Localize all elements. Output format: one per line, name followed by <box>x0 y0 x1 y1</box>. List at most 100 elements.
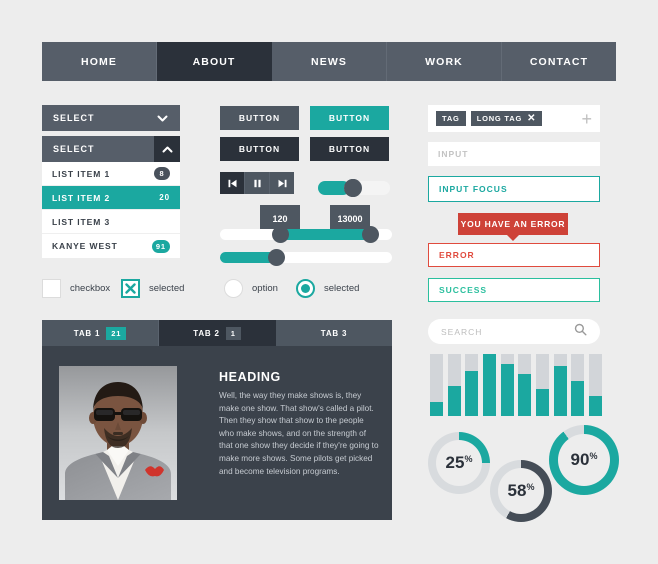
button-dark-right[interactable]: BUTTON <box>310 137 389 161</box>
donut-chart-90: 90% <box>549 425 619 495</box>
radio-selected-label: selected <box>324 282 360 294</box>
button-grey[interactable]: BUTTON <box>220 106 299 130</box>
list-item-label: LIST ITEM 3 <box>52 216 111 227</box>
bar-value <box>535 389 549 416</box>
checkbox-selected-label: selected <box>149 282 185 294</box>
button-label: BUTTON <box>238 113 281 123</box>
bar-column <box>447 354 461 416</box>
bar-value <box>447 386 461 416</box>
bar-column <box>518 354 532 416</box>
ui-kit-canvas: HOME ABOUT NEWS WORK CONTACT SELECT SELE… <box>0 0 658 564</box>
bar-value <box>553 366 567 416</box>
list-item[interactable]: LIST ITEM 3 <box>42 210 180 234</box>
nav-item-work[interactable]: WORK <box>387 42 502 81</box>
button-teal[interactable]: BUTTON <box>310 106 389 130</box>
input-placeholder: INPUT <box>438 149 469 159</box>
nav-label: ABOUT <box>192 55 236 68</box>
list-item-label: LIST ITEM 2 <box>52 192 111 203</box>
single-slider[interactable] <box>220 249 392 266</box>
range-slider-handle-max[interactable] <box>362 226 379 243</box>
bar-column <box>430 354 443 416</box>
chevron-up-icon[interactable] <box>154 136 180 162</box>
radio-checked-icon[interactable] <box>296 278 315 298</box>
tab-label: TAB 2 <box>193 328 220 338</box>
pause-icon[interactable] <box>245 172 270 194</box>
tag-input[interactable]: TAG LONG TAG ✕ + <box>428 105 600 132</box>
tab-badge: 21 <box>106 326 127 340</box>
panel-heading: HEADING <box>219 370 281 384</box>
success-input[interactable]: SUCCESS <box>428 278 600 302</box>
bar-value <box>518 374 532 416</box>
bar-value <box>465 371 479 416</box>
checkbox-checked-icon[interactable] <box>121 278 140 298</box>
list-item[interactable]: LIST ITEM 1 8 <box>42 162 180 186</box>
nav-item-home[interactable]: HOME <box>42 42 157 81</box>
checkbox-label: checkbox <box>70 282 111 294</box>
list-item-label: LIST ITEM 1 <box>52 168 111 179</box>
nav-item-news[interactable]: NEWS <box>272 42 387 81</box>
text-input-focused[interactable]: INPUT FOCUS <box>428 176 600 202</box>
radio-checked-group[interactable]: selected <box>296 276 359 300</box>
search-icon[interactable] <box>574 323 587 341</box>
select-open[interactable]: SELECT <box>42 136 180 162</box>
bar-column <box>482 354 496 416</box>
checkbox-unchecked-group[interactable]: checkbox <box>42 276 110 300</box>
button-label: BUTTON <box>238 144 281 154</box>
bar-column <box>571 354 585 416</box>
error-input[interactable]: ERROR <box>428 243 600 267</box>
radio-unchecked-icon[interactable] <box>224 278 243 298</box>
error-tooltip-text: YOU HAVE AN ERROR <box>460 219 566 229</box>
select-label: SELECT <box>53 113 95 123</box>
toggle-knob[interactable] <box>344 179 362 197</box>
nav-item-about[interactable]: ABOUT <box>157 42 272 81</box>
tag-chip-removable[interactable]: LONG TAG ✕ <box>470 111 543 126</box>
button-label: BUTTON <box>328 144 371 154</box>
search-input[interactable]: SEARCH <box>428 319 600 344</box>
list-item-badge: 20 <box>159 193 170 202</box>
button-dark-left[interactable]: BUTTON <box>220 137 299 161</box>
bar-value <box>482 354 496 416</box>
tab-badge: 1 <box>225 326 241 340</box>
slider-tooltip-value: 120 <box>272 214 288 224</box>
bar-column <box>588 354 602 416</box>
donut-chart-58: 58% <box>490 460 552 522</box>
radio-unchecked-group[interactable]: option <box>224 276 278 300</box>
bar-column <box>553 354 567 416</box>
text-input[interactable]: INPUT <box>428 142 600 166</box>
range-slider-handle-min[interactable] <box>272 226 289 243</box>
donut-hole: 25% <box>436 440 482 486</box>
skip-previous-icon[interactable] <box>220 172 245 194</box>
nav-label: NEWS <box>311 55 347 68</box>
tab-3[interactable]: TAB 3 <box>276 320 392 346</box>
range-slider-track <box>278 229 370 240</box>
close-icon[interactable]: ✕ <box>527 113 536 124</box>
checkbox-unchecked-icon[interactable] <box>42 278 61 298</box>
list-item-badge: 8 <box>154 167 170 180</box>
bar-column <box>500 354 514 416</box>
bar-chart <box>430 354 602 416</box>
success-label: SUCCESS <box>439 285 488 295</box>
toggle-off[interactable] <box>344 179 390 197</box>
single-slider-track <box>220 252 275 263</box>
error-label: ERROR <box>439 250 475 260</box>
list-item[interactable]: LIST ITEM 2 20 <box>42 186 180 210</box>
skip-next-icon[interactable] <box>270 172 294 194</box>
checkbox-checked-group[interactable]: selected <box>121 276 184 300</box>
tag-chip[interactable]: TAG <box>436 111 466 126</box>
tab-content-panel: HEADING Well, the way they make shows is… <box>42 346 392 520</box>
nav-item-contact[interactable]: CONTACT <box>502 42 616 81</box>
tab-1[interactable]: TAB 1 21 <box>42 320 159 346</box>
error-tooltip: YOU HAVE AN ERROR <box>458 213 568 241</box>
select-closed[interactable]: SELECT <box>42 105 180 131</box>
single-slider-handle[interactable] <box>268 249 285 266</box>
list-item[interactable]: KANYE WEST 91 <box>42 234 180 258</box>
plus-icon[interactable]: + <box>581 110 592 128</box>
main-navbar: HOME ABOUT NEWS WORK CONTACT <box>42 42 616 81</box>
tab-label: TAB 1 <box>73 328 101 338</box>
select-label: SELECT <box>53 144 95 154</box>
range-slider[interactable] <box>220 226 392 243</box>
bar-track <box>430 354 443 416</box>
bar-track <box>553 354 567 416</box>
tag-label: LONG TAG <box>476 114 523 123</box>
tab-2[interactable]: TAB 2 1 <box>159 320 276 346</box>
